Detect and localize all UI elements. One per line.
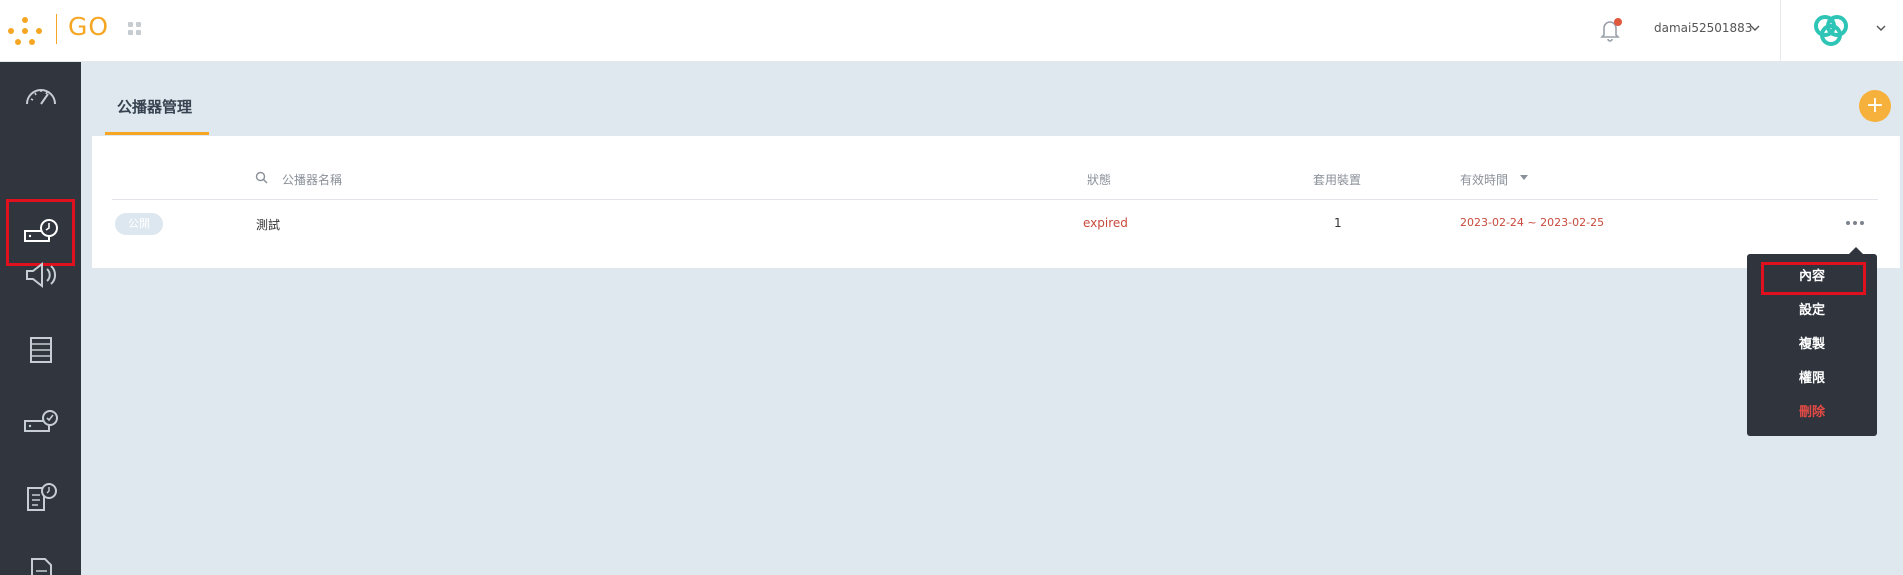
chevron-down-icon[interactable]: [1749, 22, 1761, 34]
player-status: expired: [1083, 216, 1128, 230]
column-header-devices: 套用裝置: [1313, 173, 1362, 187]
report-schedule-icon: [26, 483, 57, 511]
document-icon: [30, 558, 52, 575]
header-divider: [1780, 0, 1781, 62]
add-player-button[interactable]: +: [1859, 90, 1891, 122]
player-table-card: [92, 136, 1900, 268]
menu-item-highlight: [1761, 262, 1866, 295]
more-actions-icon[interactable]: [1846, 214, 1864, 232]
sidebar-item-broadcast[interactable]: [0, 244, 81, 306]
sidebar-item-reports[interactable]: [0, 467, 81, 529]
sidebar-item-documents[interactable]: [0, 540, 81, 575]
menu-item-permissions[interactable]: 權限: [1747, 364, 1877, 394]
player-device-count: 1: [1334, 216, 1342, 230]
broadcast-speaker-icon: [25, 261, 56, 289]
sidebar-item-dashboard[interactable]: [0, 65, 81, 127]
visibility-badge: 公開: [115, 213, 163, 235]
device-check-icon: [23, 410, 58, 432]
column-header-status: 狀態: [1087, 173, 1112, 187]
dashboard-gauge-icon: [25, 89, 56, 105]
player-name[interactable]: 測試: [256, 216, 280, 233]
sidebar-item-devices[interactable]: [0, 393, 81, 455]
sort-caret-icon[interactable]: [1520, 175, 1528, 180]
username-label[interactable]: damai52501883: [1654, 21, 1752, 35]
logo-separator: [56, 14, 57, 44]
sidebar: [0, 62, 81, 575]
search-icon: [255, 171, 268, 184]
table-header-row: [112, 162, 1878, 200]
logo-text[interactable]: GO: [68, 12, 109, 41]
sidebar-item-storage[interactable]: [0, 319, 81, 381]
menu-item-copy[interactable]: 複製: [1747, 330, 1877, 360]
top-bar: GO damai52501883: [0, 0, 1903, 62]
apps-grid-icon[interactable]: [128, 22, 142, 36]
menu-item-settings[interactable]: 設定: [1747, 296, 1877, 326]
name-search-input[interactable]: 公播器名稱: [282, 171, 342, 188]
list-storage-icon: [29, 337, 52, 363]
page-title: 公播器管理: [117, 98, 193, 116]
logo-dots-icon[interactable]: [8, 17, 42, 45]
notification-badge: [1614, 18, 1622, 26]
brand-rings-icon[interactable]: [1811, 12, 1851, 48]
menu-caret: [1849, 247, 1863, 254]
page-title-underline: [105, 132, 209, 135]
chevron-down-icon[interactable]: [1875, 22, 1887, 34]
menu-item-delete[interactable]: 刪除: [1747, 398, 1877, 428]
column-header-validity[interactable]: 有效時間: [1460, 171, 1508, 188]
player-validity-period: 2023-02-24 ~ 2023-02-25: [1460, 216, 1605, 229]
